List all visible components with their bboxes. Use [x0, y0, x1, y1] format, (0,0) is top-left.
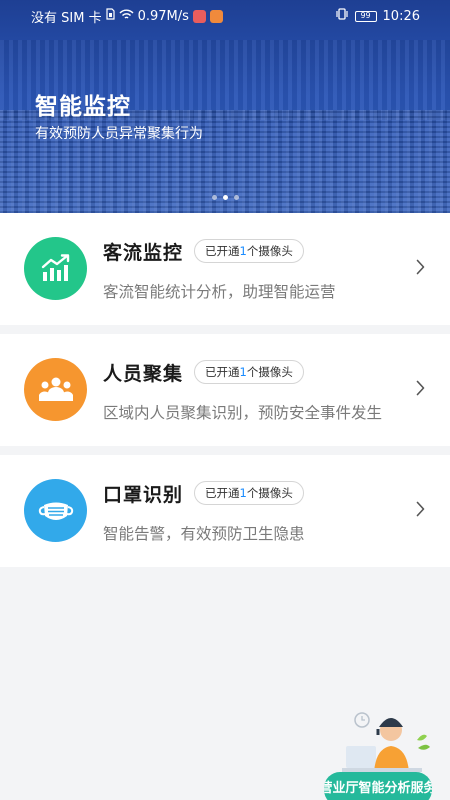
- carrier-text: 没有 SIM 卡: [31, 10, 102, 26]
- smart-analysis-service-widget[interactable]: 营业厅智能分析服务: [322, 700, 450, 800]
- carousel-dot-active[interactable]: [223, 195, 228, 200]
- badge-count: 1: [239, 365, 247, 379]
- badge-prefix: 已开通: [205, 244, 240, 258]
- feature-description: 区域内人员聚集识别，预防安全事件发生: [103, 404, 383, 422]
- badge-suffix: 个摄像头: [246, 486, 293, 500]
- chevron-right-icon: [416, 259, 425, 279]
- battery-icon: 99: [354, 10, 377, 22]
- feature-card-passenger-flow[interactable]: 客流监控 已开通 1 个摄像头 客流智能统计分析，助理智能运营: [0, 213, 450, 325]
- customer-service-illustration: [342, 712, 430, 772]
- status-bar: 没有 SIM 卡 0.97M/s 99 10:26: [0, 0, 450, 32]
- camera-count-badge: 已开通 1 个摄像头: [194, 239, 304, 263]
- carousel-dot[interactable]: [234, 195, 239, 200]
- feature-title: 口罩识别: [103, 484, 184, 506]
- people-group-icon: [24, 358, 87, 421]
- chevron-right-icon: [416, 380, 425, 400]
- vibrate-icon: [335, 8, 349, 24]
- feature-title: 人员聚集: [103, 363, 184, 385]
- feature-description: 客流智能统计分析，助理智能运营: [103, 283, 336, 301]
- badge-suffix: 个摄像头: [246, 365, 293, 379]
- camera-count-badge: 已开通 1 个摄像头: [194, 360, 304, 384]
- clock-time: 10:26: [382, 8, 420, 24]
- camera-count-badge: 已开通 1 个摄像头: [194, 481, 304, 505]
- badge-count: 1: [239, 244, 247, 258]
- face-mask-icon: [24, 479, 87, 542]
- app-notification-icon: [192, 9, 206, 23]
- network-speed: 0.97M/s: [137, 8, 189, 24]
- badge-count: 1: [239, 486, 247, 500]
- banner-subtitle: 有效预防人员异常聚集行为: [35, 126, 203, 142]
- banner-title: 智能监控: [35, 94, 131, 120]
- carousel-indicator: [212, 195, 239, 200]
- feature-description: 智能告警，有效预防卫生隐患: [103, 525, 305, 543]
- battery-level: 99: [360, 11, 371, 20]
- sim-icon: [105, 8, 115, 24]
- service-label: 营业厅智能分析服务: [324, 772, 432, 800]
- banner-carousel[interactable]: 没有 SIM 卡 0.97M/s 99 10:26 智能监控 有效预防人员异常聚…: [0, 0, 450, 213]
- feature-card-crowd-gathering[interactable]: 人员聚集 已开通 1 个摄像头 区域内人员聚集识别，预防安全事件发生: [0, 334, 450, 446]
- feature-title: 客流监控: [103, 242, 184, 264]
- wifi-icon: [119, 9, 134, 24]
- carousel-dot[interactable]: [212, 195, 217, 200]
- chevron-right-icon: [416, 501, 425, 521]
- badge-prefix: 已开通: [205, 486, 240, 500]
- feature-card-mask-recognition[interactable]: 口罩识别 已开通 1 个摄像头 智能告警，有效预防卫生隐患: [0, 455, 450, 567]
- app-notification-icon-2: [209, 9, 223, 23]
- chart-growth-icon: [24, 237, 87, 300]
- badge-prefix: 已开通: [205, 365, 240, 379]
- badge-suffix: 个摄像头: [246, 244, 293, 258]
